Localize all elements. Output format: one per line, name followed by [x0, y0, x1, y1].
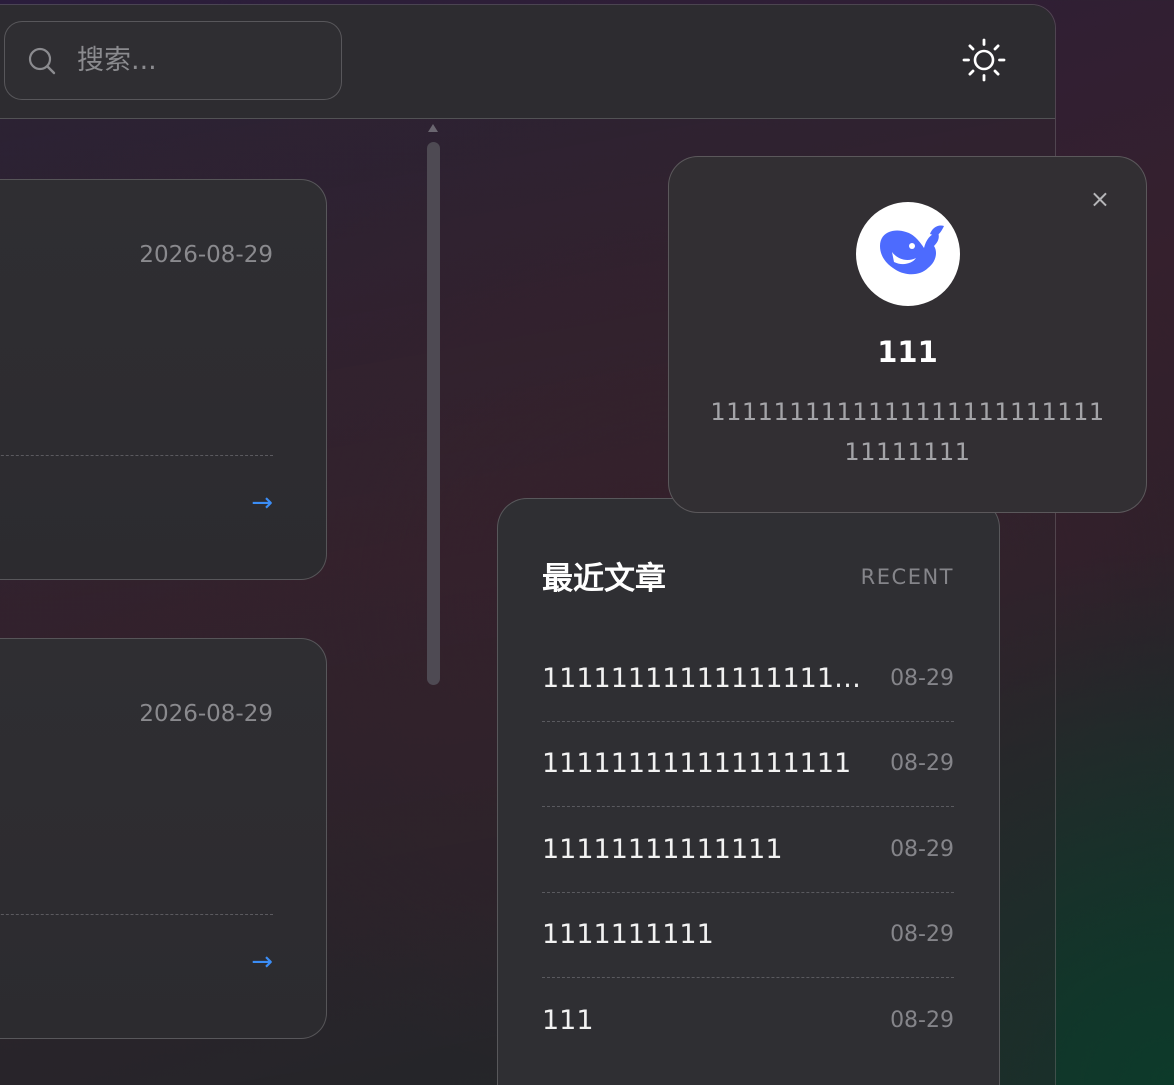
post-card[interactable]: 2026-08-29 → [0, 638, 327, 1039]
search-icon [27, 45, 57, 77]
scroll-up-arrow[interactable] [428, 124, 438, 132]
profile-card: × 111 111111111111111111111111111111111 [668, 156, 1147, 513]
profile-name: 111 [877, 335, 938, 369]
recent-item[interactable]: 11111111111111 08-29 [542, 807, 954, 893]
close-icon[interactable]: × [1090, 187, 1110, 211]
search-bar[interactable] [4, 21, 421, 100]
recent-subtitle: RECENT [860, 565, 954, 589]
recent-item[interactable]: 111111111111111111 08-29 [542, 722, 954, 807]
recent-title: 最近文章 [542, 561, 666, 597]
recent-list: 111111111111111111111111111 08-29 111111… [542, 636, 954, 1064]
recent-articles-card: 最近文章 RECENT 111111111111111111111111111 … [497, 498, 1000, 1085]
divider [0, 914, 273, 915]
post-date: 2026-08-29 [139, 701, 273, 727]
theme-toggle-button[interactable] [958, 36, 1010, 88]
profile-bio: 111111111111111111111111111111111 [710, 398, 1105, 466]
recent-item-date: 08-29 [890, 836, 954, 862]
post-date: 2026-08-29 [139, 242, 273, 268]
recent-item[interactable]: 1111111111 08-29 [542, 893, 954, 978]
avatar [856, 202, 960, 306]
sun-icon [961, 37, 1007, 87]
recent-item-date: 08-29 [890, 1008, 954, 1034]
divider [0, 455, 273, 456]
search-input[interactable] [75, 44, 421, 77]
recent-item[interactable]: 111111111111111111111111111 08-29 [542, 636, 954, 722]
read-more-arrow-icon[interactable]: → [251, 488, 273, 518]
recent-item-title[interactable]: 111111111111111111111111111 [542, 663, 872, 694]
recent-item-date: 08-29 [890, 665, 954, 691]
post-card[interactable]: 2026-08-29 → [0, 179, 327, 580]
recent-item-date: 08-29 [890, 751, 954, 777]
recent-item-date: 08-29 [890, 922, 954, 948]
scrollbar-thumb[interactable] [427, 142, 440, 685]
recent-item-title[interactable]: 1111111111 [542, 919, 714, 950]
read-more-arrow-icon[interactable]: → [251, 947, 273, 977]
recent-item-title[interactable]: 111 [542, 1005, 594, 1036]
recent-item-title[interactable]: 11111111111111 [542, 834, 783, 865]
whale-logo-icon [868, 212, 948, 296]
recent-item-title[interactable]: 111111111111111111 [542, 748, 851, 779]
recent-item[interactable]: 111 08-29 [542, 978, 954, 1064]
